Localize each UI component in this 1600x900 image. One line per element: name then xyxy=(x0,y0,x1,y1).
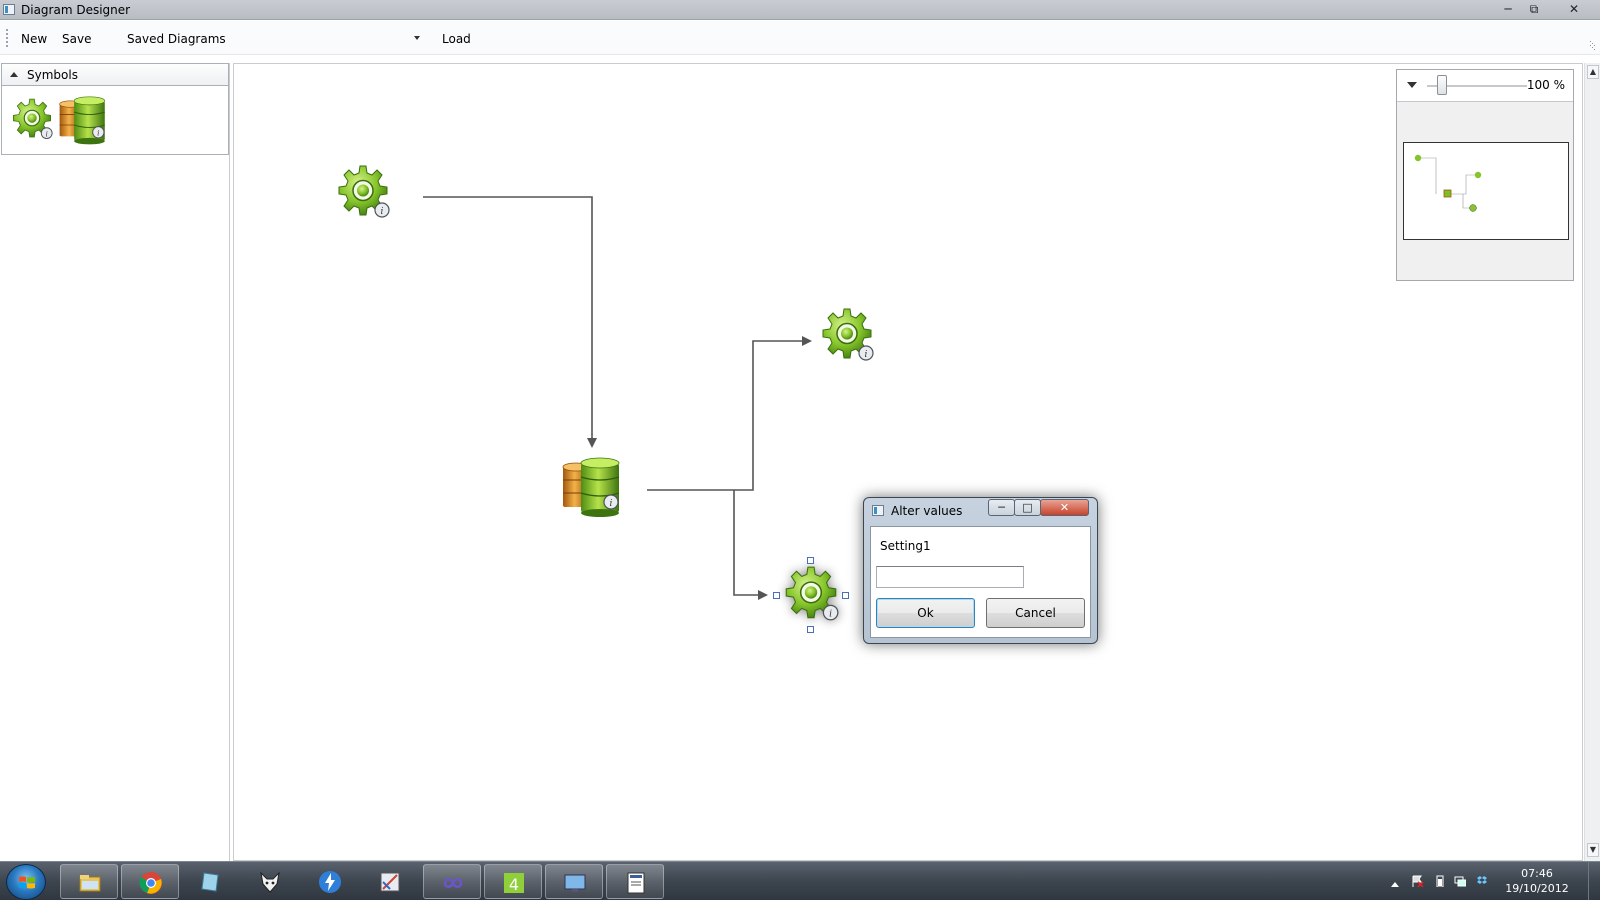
diagram-minimap[interactable] xyxy=(1403,142,1569,240)
load-button[interactable]: Load xyxy=(442,32,471,46)
taskbar-explorer[interactable] xyxy=(60,864,118,899)
fox-icon xyxy=(260,871,280,893)
taskbar-chrome[interactable] xyxy=(121,864,179,899)
network-icon[interactable] xyxy=(1454,875,1467,887)
vertical-scrollbar[interactable]: ▲ ▼ xyxy=(1584,63,1600,861)
dialog-app-icon xyxy=(872,505,884,516)
alter-values-dialog: Alter values ─ □ ✕ Setting1 Ok Cancel xyxy=(863,497,1098,644)
save-button[interactable]: Save xyxy=(62,32,91,46)
gear-node-bottom-selected[interactable] xyxy=(773,557,849,633)
zoom-level-text: 100 % xyxy=(1526,78,1565,92)
zoom-slider-thumb[interactable] xyxy=(1437,75,1447,95)
folder-icon xyxy=(79,875,101,892)
collapse-icon xyxy=(10,72,18,77)
chrome-icon xyxy=(139,872,162,894)
setting1-input[interactable] xyxy=(876,566,1024,588)
lightning-icon xyxy=(319,871,341,893)
symbols-expander-header[interactable]: Symbols xyxy=(2,64,228,86)
saved-diagrams-dropdown[interactable] xyxy=(228,30,428,48)
title-bar: Diagram Designer ─ ⧉ ✕ xyxy=(0,0,1600,20)
app-4-icon: 4 xyxy=(504,873,524,894)
system-tray: 07:46 19/10/2012 xyxy=(1360,862,1600,900)
taskbar-app-4[interactable]: 4 xyxy=(484,864,542,899)
toolbar-grip[interactable] xyxy=(6,29,8,47)
toolbar: New Save Saved Diagrams Load xyxy=(0,21,1600,55)
dialog-maximize-button[interactable]: □ xyxy=(1014,499,1041,516)
window-title: Diagram Designer xyxy=(21,3,131,17)
app-icon xyxy=(3,4,15,15)
taskbar-clock[interactable]: 07:46 19/10/2012 xyxy=(1502,866,1572,896)
close-button[interactable]: ✕ xyxy=(1562,0,1586,18)
database-node[interactable] xyxy=(561,457,623,519)
scroll-down-button[interactable]: ▼ xyxy=(1587,843,1599,857)
infinity-icon xyxy=(443,878,463,888)
svg-text:4: 4 xyxy=(509,875,519,894)
ok-button[interactable]: Ok xyxy=(876,598,975,628)
dropbox-icon[interactable] xyxy=(1476,875,1488,887)
scroll-up-button[interactable]: ▲ xyxy=(1587,65,1599,79)
resize-handle-left[interactable] xyxy=(773,592,780,599)
minimap-drawing xyxy=(1414,154,1482,212)
windows-logo-icon xyxy=(19,876,35,889)
paint-icon xyxy=(380,872,400,892)
new-button[interactable]: New xyxy=(21,32,47,46)
zoom-header: 100 % xyxy=(1397,70,1573,102)
diagram-canvas[interactable] xyxy=(233,63,1583,861)
maximize-button[interactable]: ⧉ xyxy=(1522,0,1546,18)
desktop-icon xyxy=(564,874,586,892)
zoom-options-dropdown[interactable] xyxy=(1407,82,1417,88)
gear-node-top[interactable] xyxy=(332,164,394,222)
battery-icon[interactable] xyxy=(1434,875,1446,888)
gear-node-right[interactable] xyxy=(816,307,878,365)
panel-splitter[interactable] xyxy=(229,63,230,861)
connector-database-to-gear-bottom[interactable] xyxy=(733,490,768,600)
minimize-button[interactable]: ─ xyxy=(1496,0,1520,18)
taskbar-fox-app[interactable] xyxy=(241,864,299,899)
zoom-box: 100 % xyxy=(1396,69,1574,281)
dialog-minimize-button[interactable]: ─ xyxy=(988,499,1015,516)
symbol-database-icon[interactable] xyxy=(58,96,108,146)
cancel-button[interactable]: Cancel xyxy=(986,598,1085,628)
dialog-close-button[interactable]: ✕ xyxy=(1040,499,1089,516)
symbols-panel: Symbols xyxy=(1,63,229,155)
start-button[interactable] xyxy=(6,864,46,900)
resize-handle-right[interactable] xyxy=(842,592,849,599)
taskbar-app-slate[interactable] xyxy=(181,864,239,899)
taskbar-document-app[interactable] xyxy=(606,864,664,899)
clock-time: 07:46 xyxy=(1521,867,1553,880)
toolbar-overflow-button[interactable] xyxy=(1588,25,1596,51)
chevron-down-icon xyxy=(414,36,420,40)
taskbar-infinity-app[interactable] xyxy=(423,864,481,899)
symbol-gear-icon[interactable] xyxy=(8,96,56,144)
resize-handle-top[interactable] xyxy=(807,557,814,564)
show-hidden-icons-icon[interactable] xyxy=(1390,877,1402,889)
symbols-header-label: Symbols xyxy=(27,68,78,82)
show-desktop-button[interactable] xyxy=(1588,862,1600,900)
connector-database-to-gear-right[interactable] xyxy=(647,336,812,491)
connections-layer xyxy=(423,196,812,600)
taskbar-desktop-app[interactable] xyxy=(545,864,603,899)
taskbar: 4 07:46 19/10/2012 xyxy=(0,861,1600,900)
document-icon xyxy=(627,872,645,894)
connector-gear-top-to-database[interactable] xyxy=(423,196,597,448)
taskbar-lightning-app[interactable] xyxy=(301,864,359,899)
resize-handle-bottom[interactable] xyxy=(807,626,814,633)
dialog-title: Alter values xyxy=(891,504,963,518)
clock-date: 19/10/2012 xyxy=(1505,882,1569,895)
slate-icon xyxy=(201,872,219,892)
taskbar-paint-app[interactable] xyxy=(361,864,419,899)
setting1-label: Setting1 xyxy=(880,539,931,553)
gear-icon xyxy=(785,566,839,621)
action-center-flag-icon[interactable] xyxy=(1412,875,1424,888)
dialog-body: Setting1 Ok Cancel xyxy=(870,526,1091,638)
saved-diagrams-label: Saved Diagrams xyxy=(127,32,226,46)
